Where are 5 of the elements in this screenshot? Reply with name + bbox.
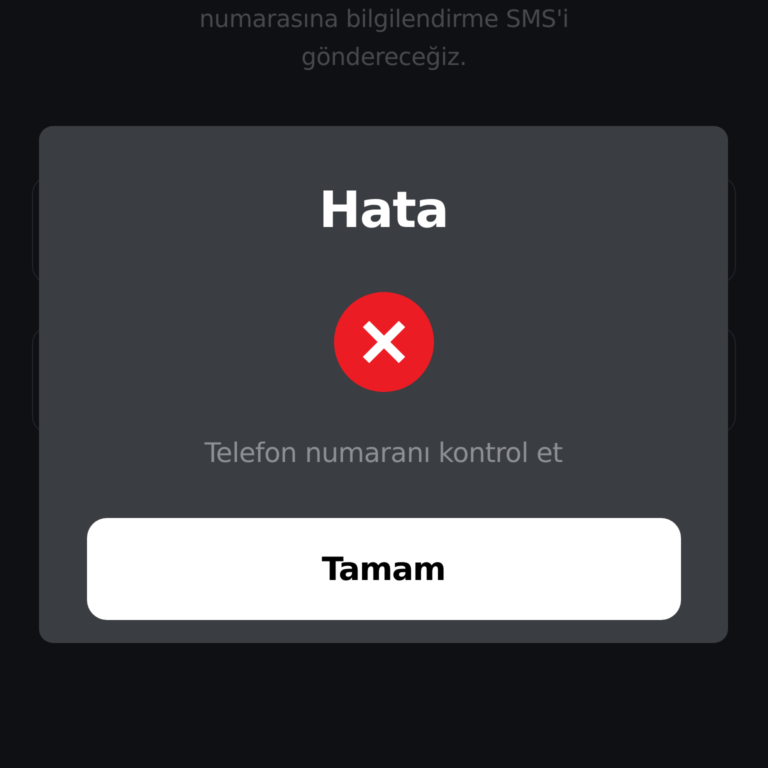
dialog-title: Hata bbox=[318, 180, 448, 241]
ok-button[interactable]: Tamam bbox=[86, 518, 680, 620]
error-message: Telefon numaranı kontrol et bbox=[204, 437, 562, 471]
description-text: numarasına bilgilendirme SMS'i göndereceğiz. bbox=[198, 4, 570, 73]
error-icon bbox=[334, 292, 434, 392]
